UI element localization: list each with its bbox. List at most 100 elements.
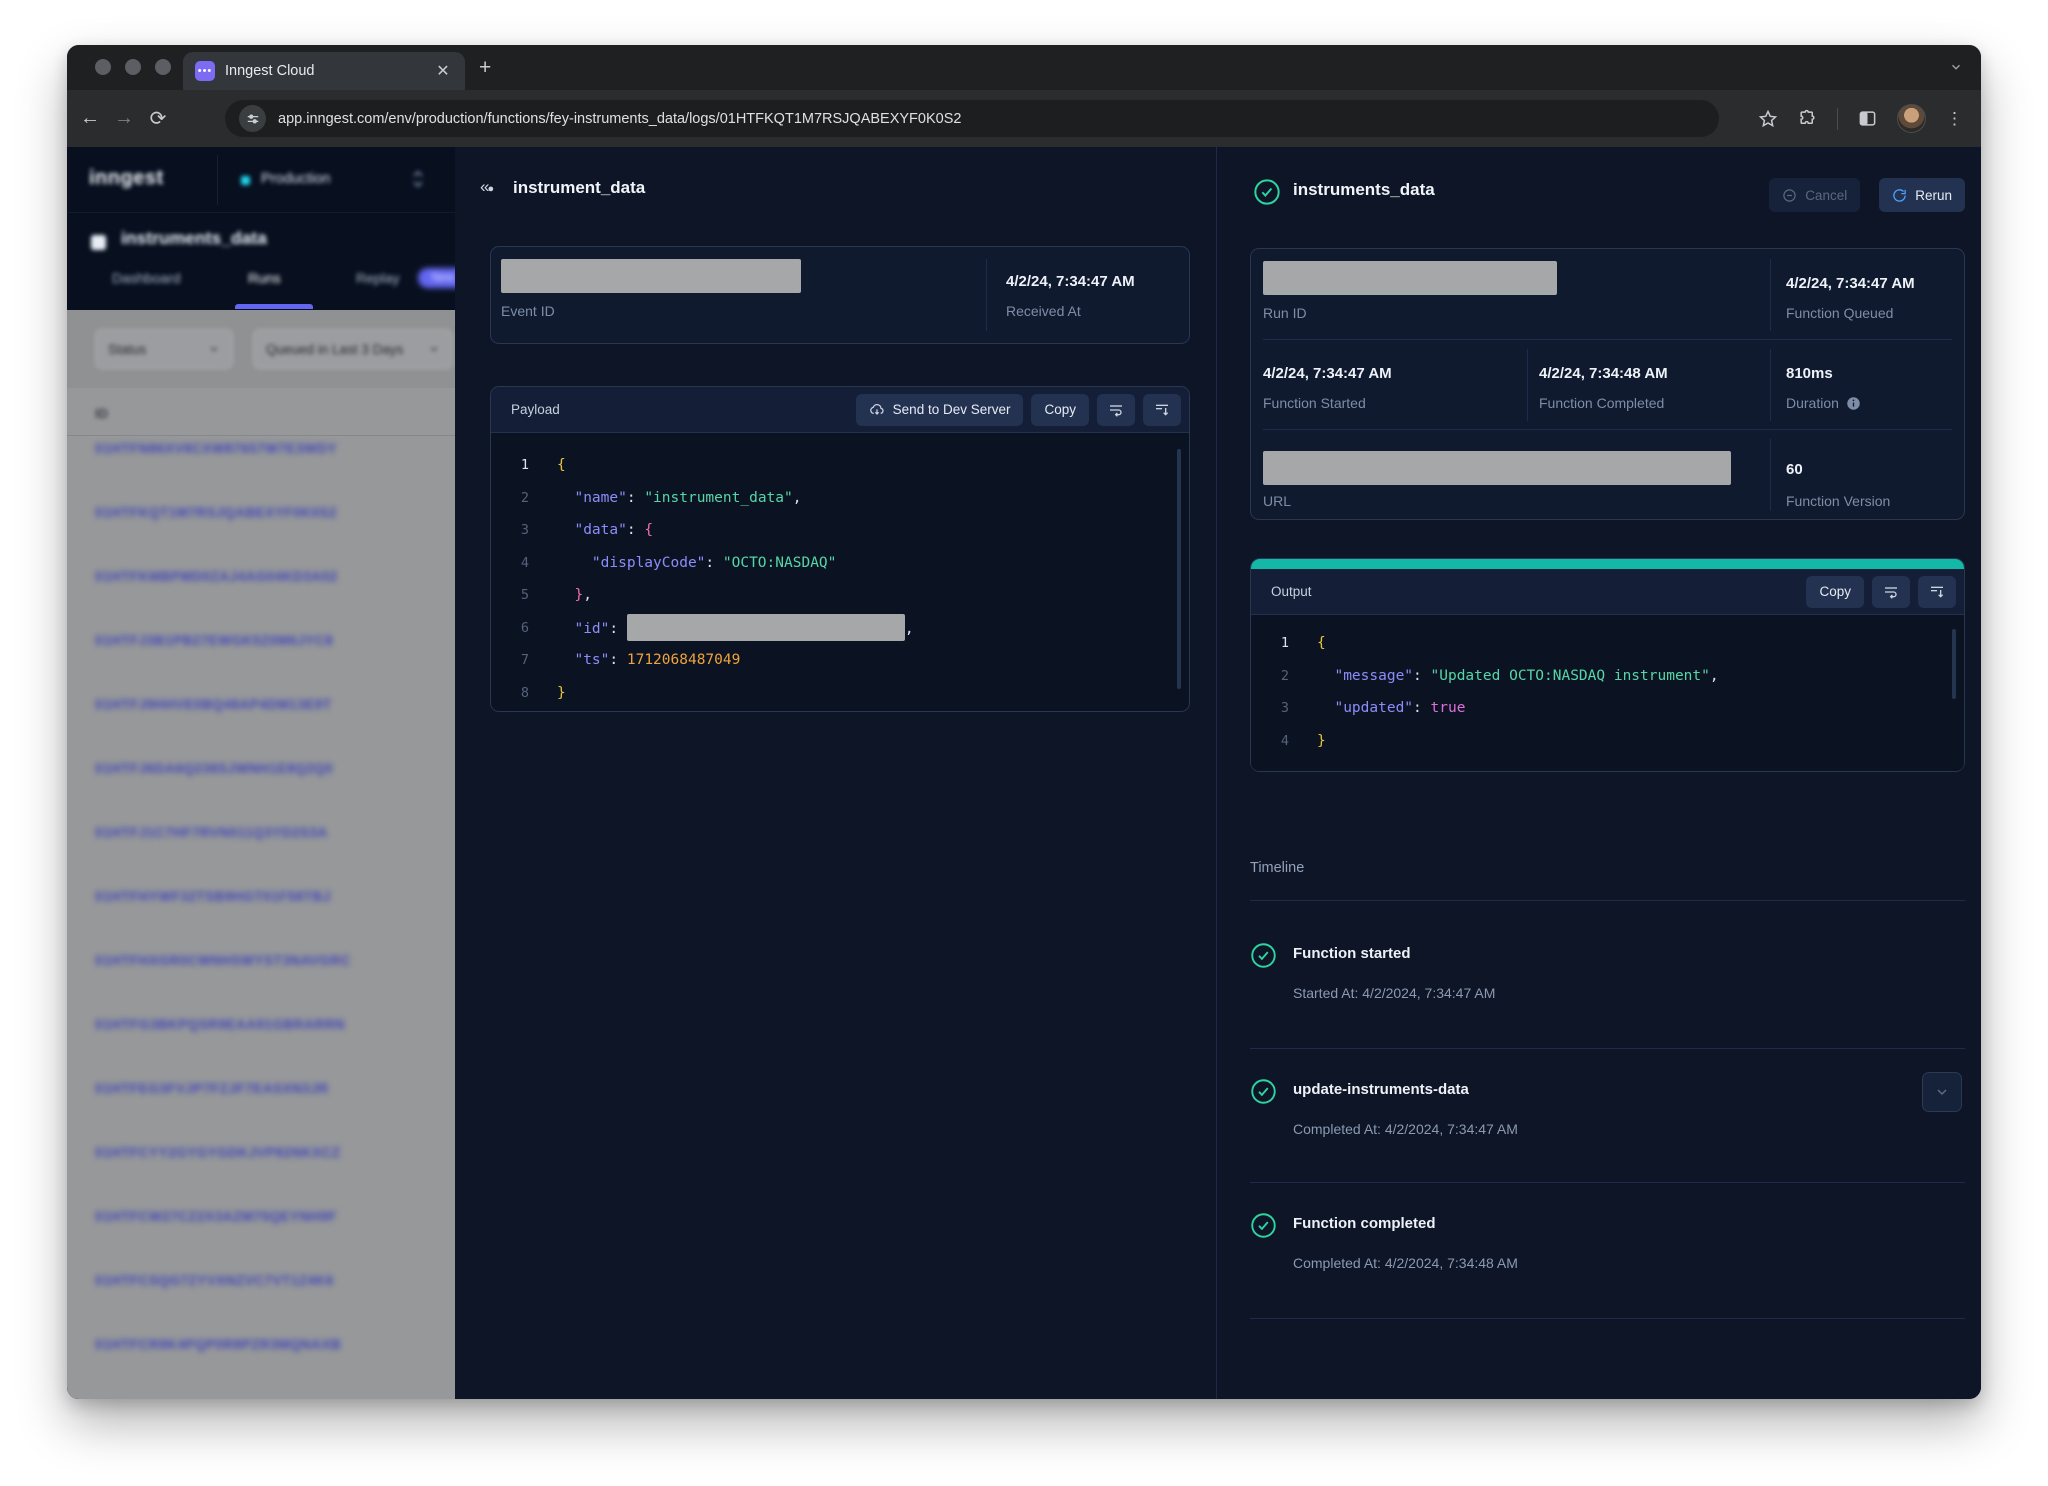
queued-filter[interactable]: Queued in Last 3 Days (253, 329, 453, 369)
divider (1250, 1048, 1965, 1049)
run-id-label: Run ID (1263, 305, 1307, 321)
output-scrollbar[interactable] (1952, 629, 1956, 699)
wrap-text-icon (1108, 402, 1124, 418)
copy-output-button[interactable]: Copy (1806, 576, 1864, 608)
split-view-icon[interactable] (1858, 109, 1877, 128)
divider (1250, 900, 1965, 901)
payload-scrollbar[interactable] (1177, 449, 1181, 689)
timeline-item-subtitle: Started At: 4/2/2024, 7:34:47 AM (1293, 985, 1495, 1001)
tab-dashboard[interactable]: Dashboard (112, 270, 181, 286)
timeline-item-title[interactable]: update-instruments-data (1293, 1081, 1469, 1098)
run-id-redacted (1263, 261, 1557, 295)
chevron-down-icon (428, 343, 440, 355)
output-card: Output Copy 1{2 "message": "Updated OCTO… (1250, 558, 1965, 772)
divider (1527, 349, 1528, 421)
runs-table: ID 01HTFN86XV8CXW87657W7E3WDY 01HTFKQT1M… (67, 388, 455, 1399)
cancel-run-button[interactable]: Cancel (1769, 178, 1860, 212)
timeline-item-title[interactable]: Function started (1293, 945, 1411, 962)
function-started-value: 4/2/24, 7:34:47 AM (1263, 365, 1392, 382)
inngest-favicon-icon: ••• (195, 61, 215, 81)
run-id-row[interactable]: 01HTFJ6DA6Q238SJWNH1E8Q2Q0 (67, 736, 455, 800)
wrap-text-button[interactable] (1097, 394, 1135, 426)
function-version-value: 60 (1786, 461, 1803, 478)
forward-button[interactable]: → (107, 107, 141, 130)
duration-value: 810ms (1786, 365, 1833, 382)
run-id-row[interactable]: 01HTFEG3FVJP7FZJF7EASXN3JR (67, 1056, 455, 1120)
run-id-row[interactable]: 01HTFCR9K4PQP0R8PZR3MQNAXB (67, 1312, 455, 1376)
run-success-check-icon (1253, 178, 1281, 206)
tab-runs[interactable]: Runs (248, 270, 281, 286)
scroll-to-bottom-icon (1154, 402, 1170, 418)
run-id-row[interactable]: 01HTFCSQG7ZYVXNZVC7VT1Z4K6 (67, 1248, 455, 1312)
output-code[interactable]: 1{2 "message": "Updated OCTO:NASDAQ inst… (1251, 615, 1964, 771)
rerun-button[interactable]: Rerun (1879, 178, 1965, 212)
status-filter[interactable]: Status (95, 329, 233, 369)
run-details-card: Run ID 4/2/24, 7:34:47 AM Function Queue… (1250, 248, 1965, 520)
cloud-download-icon (869, 402, 885, 418)
refresh-icon (1892, 188, 1907, 203)
minimize-window-button[interactable] (125, 59, 141, 75)
tab-replay[interactable]: Replay (356, 270, 400, 286)
function-completed-label: Function Completed (1539, 395, 1664, 411)
run-id-row[interactable]: 01HTFN86XV8CXW87657W7E3WDY (67, 416, 455, 480)
run-id-row[interactable]: 01HTFJ9HHVE0BQ48AP4DM13E9T (67, 672, 455, 736)
close-window-button[interactable] (95, 59, 111, 75)
duration-label: Duration (1786, 395, 1861, 411)
divider (1770, 259, 1771, 331)
received-at-label: Received At (1006, 303, 1081, 319)
extensions-puzzle-icon[interactable] (1798, 109, 1817, 128)
wrap-text-button[interactable] (1872, 576, 1910, 608)
copy-payload-button[interactable]: Copy (1031, 394, 1089, 426)
browser-tab[interactable]: ••• Inngest Cloud ✕ (183, 52, 465, 90)
function-queued-value: 4/2/24, 7:34:47 AM (1786, 275, 1915, 292)
kebab-menu-icon[interactable]: ⋮ (1946, 109, 1963, 129)
tab-search-chevron-icon[interactable] (1949, 60, 1963, 74)
scroll-to-bottom-button[interactable] (1918, 576, 1956, 608)
tab-close-icon[interactable]: ✕ (433, 61, 453, 81)
payload-card: Payload Send to Dev Server Copy (490, 386, 1190, 712)
reload-button[interactable]: ⟳ (141, 106, 175, 131)
run-id-row[interactable]: 01HTFKQT1M7RSJQABEXYF0K0S2 (67, 480, 455, 544)
send-to-dev-server-button[interactable]: Send to Dev Server (856, 394, 1024, 426)
url-label: URL (1263, 493, 1291, 509)
run-id-row[interactable]: 01HTFJ3B1PB27EWGK5Z0M6JYC8 (67, 608, 455, 672)
bookmark-star-icon[interactable] (1758, 109, 1778, 129)
zoom-window-button[interactable] (155, 59, 171, 75)
run-id-row[interactable]: 01HTFJ1C7HF7RVN011Q3YD2S3A (67, 800, 455, 864)
run-id-row[interactable]: 01HTFKMBPMD0ZAJ4AG04KD3A02 (67, 544, 455, 608)
event-title: instrument_data (513, 178, 645, 198)
function-version-label: Function Version (1786, 493, 1890, 509)
environment-selector[interactable]: Production (217, 147, 455, 213)
event-detail-panel: «● instrument_data Event ID 4/2/24, 7:34… (455, 147, 1217, 1399)
divider (986, 259, 987, 331)
received-at-value: 4/2/24, 7:34:47 AM (1006, 273, 1135, 290)
run-id-row[interactable]: 01HTFHYWF32TSB9HGT01F58TBJ (67, 864, 455, 928)
circle-minus-icon (1782, 188, 1797, 203)
url-bar[interactable]: app.inngest.com/env/production/functions… (225, 100, 1719, 137)
active-tab-underline (235, 304, 313, 309)
profile-avatar[interactable] (1897, 104, 1926, 133)
function-completed-value: 4/2/24, 7:34:48 AM (1539, 365, 1668, 382)
function-started-label: Function Started (1263, 395, 1366, 411)
payload-code[interactable]: 1{2 "name": "instrument_data",3 "data": … (491, 433, 1189, 711)
timeline-item-title[interactable]: Function completed (1293, 1215, 1436, 1232)
chevron-down-icon (1934, 1084, 1950, 1100)
step-check-icon (1250, 942, 1277, 969)
run-id-row[interactable]: 01HTFHXGR0CWNHSWYST3NAVGRC (67, 928, 455, 992)
timeline-item-subtitle: Completed At: 4/2/2024, 7:34:47 AM (1293, 1121, 1518, 1137)
scroll-to-bottom-button[interactable] (1143, 394, 1181, 426)
back-button[interactable]: ← (73, 107, 107, 130)
chevron-down-icon (208, 343, 220, 355)
app-content: inngest Production instruments_data Dash… (67, 147, 1981, 1399)
filters-bar: Status Queued in Last 3 Days (67, 310, 455, 388)
expand-step-button[interactable] (1922, 1072, 1962, 1112)
run-id-row[interactable]: 01HTFG3BKPQSR9EAA91GBRARRN (67, 992, 455, 1056)
inngest-logo[interactable]: inngest (89, 167, 164, 190)
run-id-row[interactable]: 01HTFCYY2GYGYGDKJVP82NKXCZ (67, 1120, 455, 1184)
new-tab-button[interactable]: + (479, 57, 491, 78)
site-settings-icon[interactable] (239, 105, 266, 132)
info-circle-icon[interactable] (1846, 396, 1861, 411)
run-id-row[interactable]: 01HTFCW27CZ2X3AZM75QEYNH9F (67, 1184, 455, 1248)
run-detail-panel: instruments_data Cancel Rerun (1217, 147, 1981, 1399)
function-queued-label: Function Queued (1786, 305, 1893, 321)
